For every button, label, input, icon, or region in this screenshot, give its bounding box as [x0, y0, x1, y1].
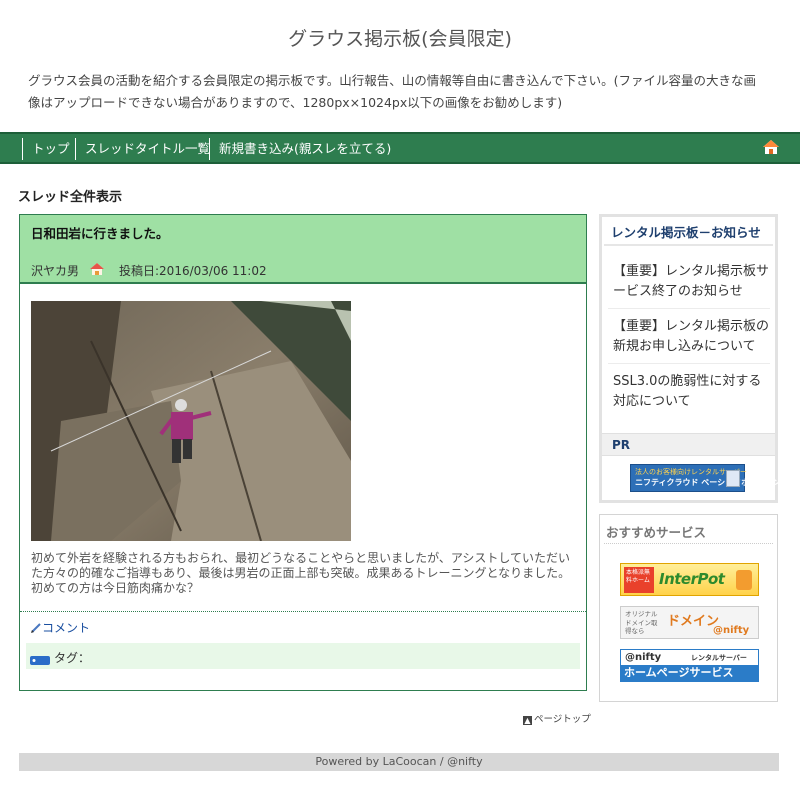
homepage-brand: @nifty — [625, 652, 662, 663]
pr-label: PR — [612, 438, 631, 452]
server-icon — [726, 470, 740, 487]
notice-item[interactable]: SSL3.0の脆弱性に対する対応について — [613, 372, 771, 412]
homepage-banner[interactable]: @nifty レンタルサーバー ホームページサービス — [620, 649, 759, 682]
pr-banner-text: ニフティクラウド ベーシックホスティング — [635, 478, 789, 487]
thread-card: 日和田岩に行きました。 沢ヤカ男 投稿日:2016/03/06 11:02 初め… — [19, 214, 587, 691]
thread-date: 投稿日:2016/03/06 11:02 — [119, 264, 267, 278]
notice-item[interactable]: 【重要】レンタル掲示板サービス終了のお知らせ — [613, 262, 771, 302]
recommend-title-line — [604, 543, 773, 544]
thread-body: 初めて外岩を経験される方もおられ、最初どうなることやらと思いましたが、アシストし… — [31, 551, 571, 595]
thread-divider — [20, 611, 586, 612]
interpot-banner[interactable]: 本格派無料ホーム InterPot — [620, 563, 759, 596]
page-top-label: ページトップ — [534, 714, 591, 725]
arrow-up-icon: ▲ — [523, 716, 532, 725]
interpot-badge: 本格派無料ホーム — [624, 567, 654, 593]
notice-separator — [608, 308, 770, 309]
page-top-link[interactable]: ▲ ページトップ — [523, 711, 591, 725]
homepage-text: ホームページサービス — [621, 665, 758, 681]
domain-brand: @nifty — [713, 625, 750, 636]
mascot-icon — [736, 570, 752, 590]
comment-link[interactable]: コメント — [31, 619, 90, 636]
site-title: グラウス掲示板(会員限定) — [288, 28, 512, 50]
recommend-title: おすすめサービス — [606, 525, 707, 540]
nav-item-top[interactable]: トップ — [22, 138, 70, 160]
nav-bar: トップ スレッドタイトル一覧 新規書き込み(親スレを立てる) — [0, 132, 800, 164]
notice-title: レンタル掲示板－お知らせ — [611, 225, 761, 240]
footer: Powered by LaCoocan / @nifty — [19, 753, 779, 771]
tag-icon — [30, 656, 50, 665]
home-icon[interactable] — [762, 139, 780, 155]
thread-header: 日和田岩に行きました。 沢ヤカ男 投稿日:2016/03/06 11:02 — [20, 215, 586, 284]
domain-small: オリジナルドメイン取得なら — [625, 610, 658, 635]
thread-title[interactable]: 日和田岩に行きました。 — [31, 223, 169, 242]
author-home-icon[interactable] — [89, 262, 105, 276]
tag-label: タグ： — [54, 651, 91, 665]
pencil-icon — [31, 623, 41, 633]
homepage-sub: レンタルサーバー — [691, 654, 747, 662]
sidebar-notices: レンタル掲示板－お知らせ 【重要】レンタル掲示板サービス終了のお知らせ 【重要】… — [599, 214, 789, 503]
pr-banner[interactable]: 法人のお客様向けレンタルサーバー ニフティクラウド ベーシックホスティング — [630, 464, 789, 492]
domain-banner[interactable]: オリジナルドメイン取得なら ドメイン @nifty — [620, 606, 759, 639]
notice-separator — [608, 363, 770, 364]
domain-text: ドメイン — [667, 614, 720, 629]
comment-label: コメント — [42, 621, 91, 635]
section-title: スレッド全件表示 — [18, 190, 123, 205]
nav-item-new-post[interactable]: 新規書き込み(親スレを立てる) — [209, 138, 391, 160]
sidebar-recommend: おすすめサービス 本格派無料ホーム InterPot オリジナルドメイン取得なら… — [599, 514, 778, 702]
thread-author: 沢ヤカ男 — [31, 264, 80, 278]
tag-bar: タグ： — [26, 643, 580, 669]
site-description: グラウス会員の活動を紹介する会員限定の掲示板です。山行報告、山の情報等自由に書き… — [28, 73, 757, 110]
notice-title-line — [604, 244, 773, 246]
interpot-text: InterPot — [659, 570, 725, 588]
notice-item[interactable]: 【重要】レンタル掲示板の新規お申し込みについて — [613, 317, 771, 357]
nav-item-thread-list[interactable]: スレッドタイトル一覧 — [75, 138, 210, 160]
pr-bar: PR — [602, 433, 775, 456]
climbing-photo[interactable] — [31, 301, 351, 541]
